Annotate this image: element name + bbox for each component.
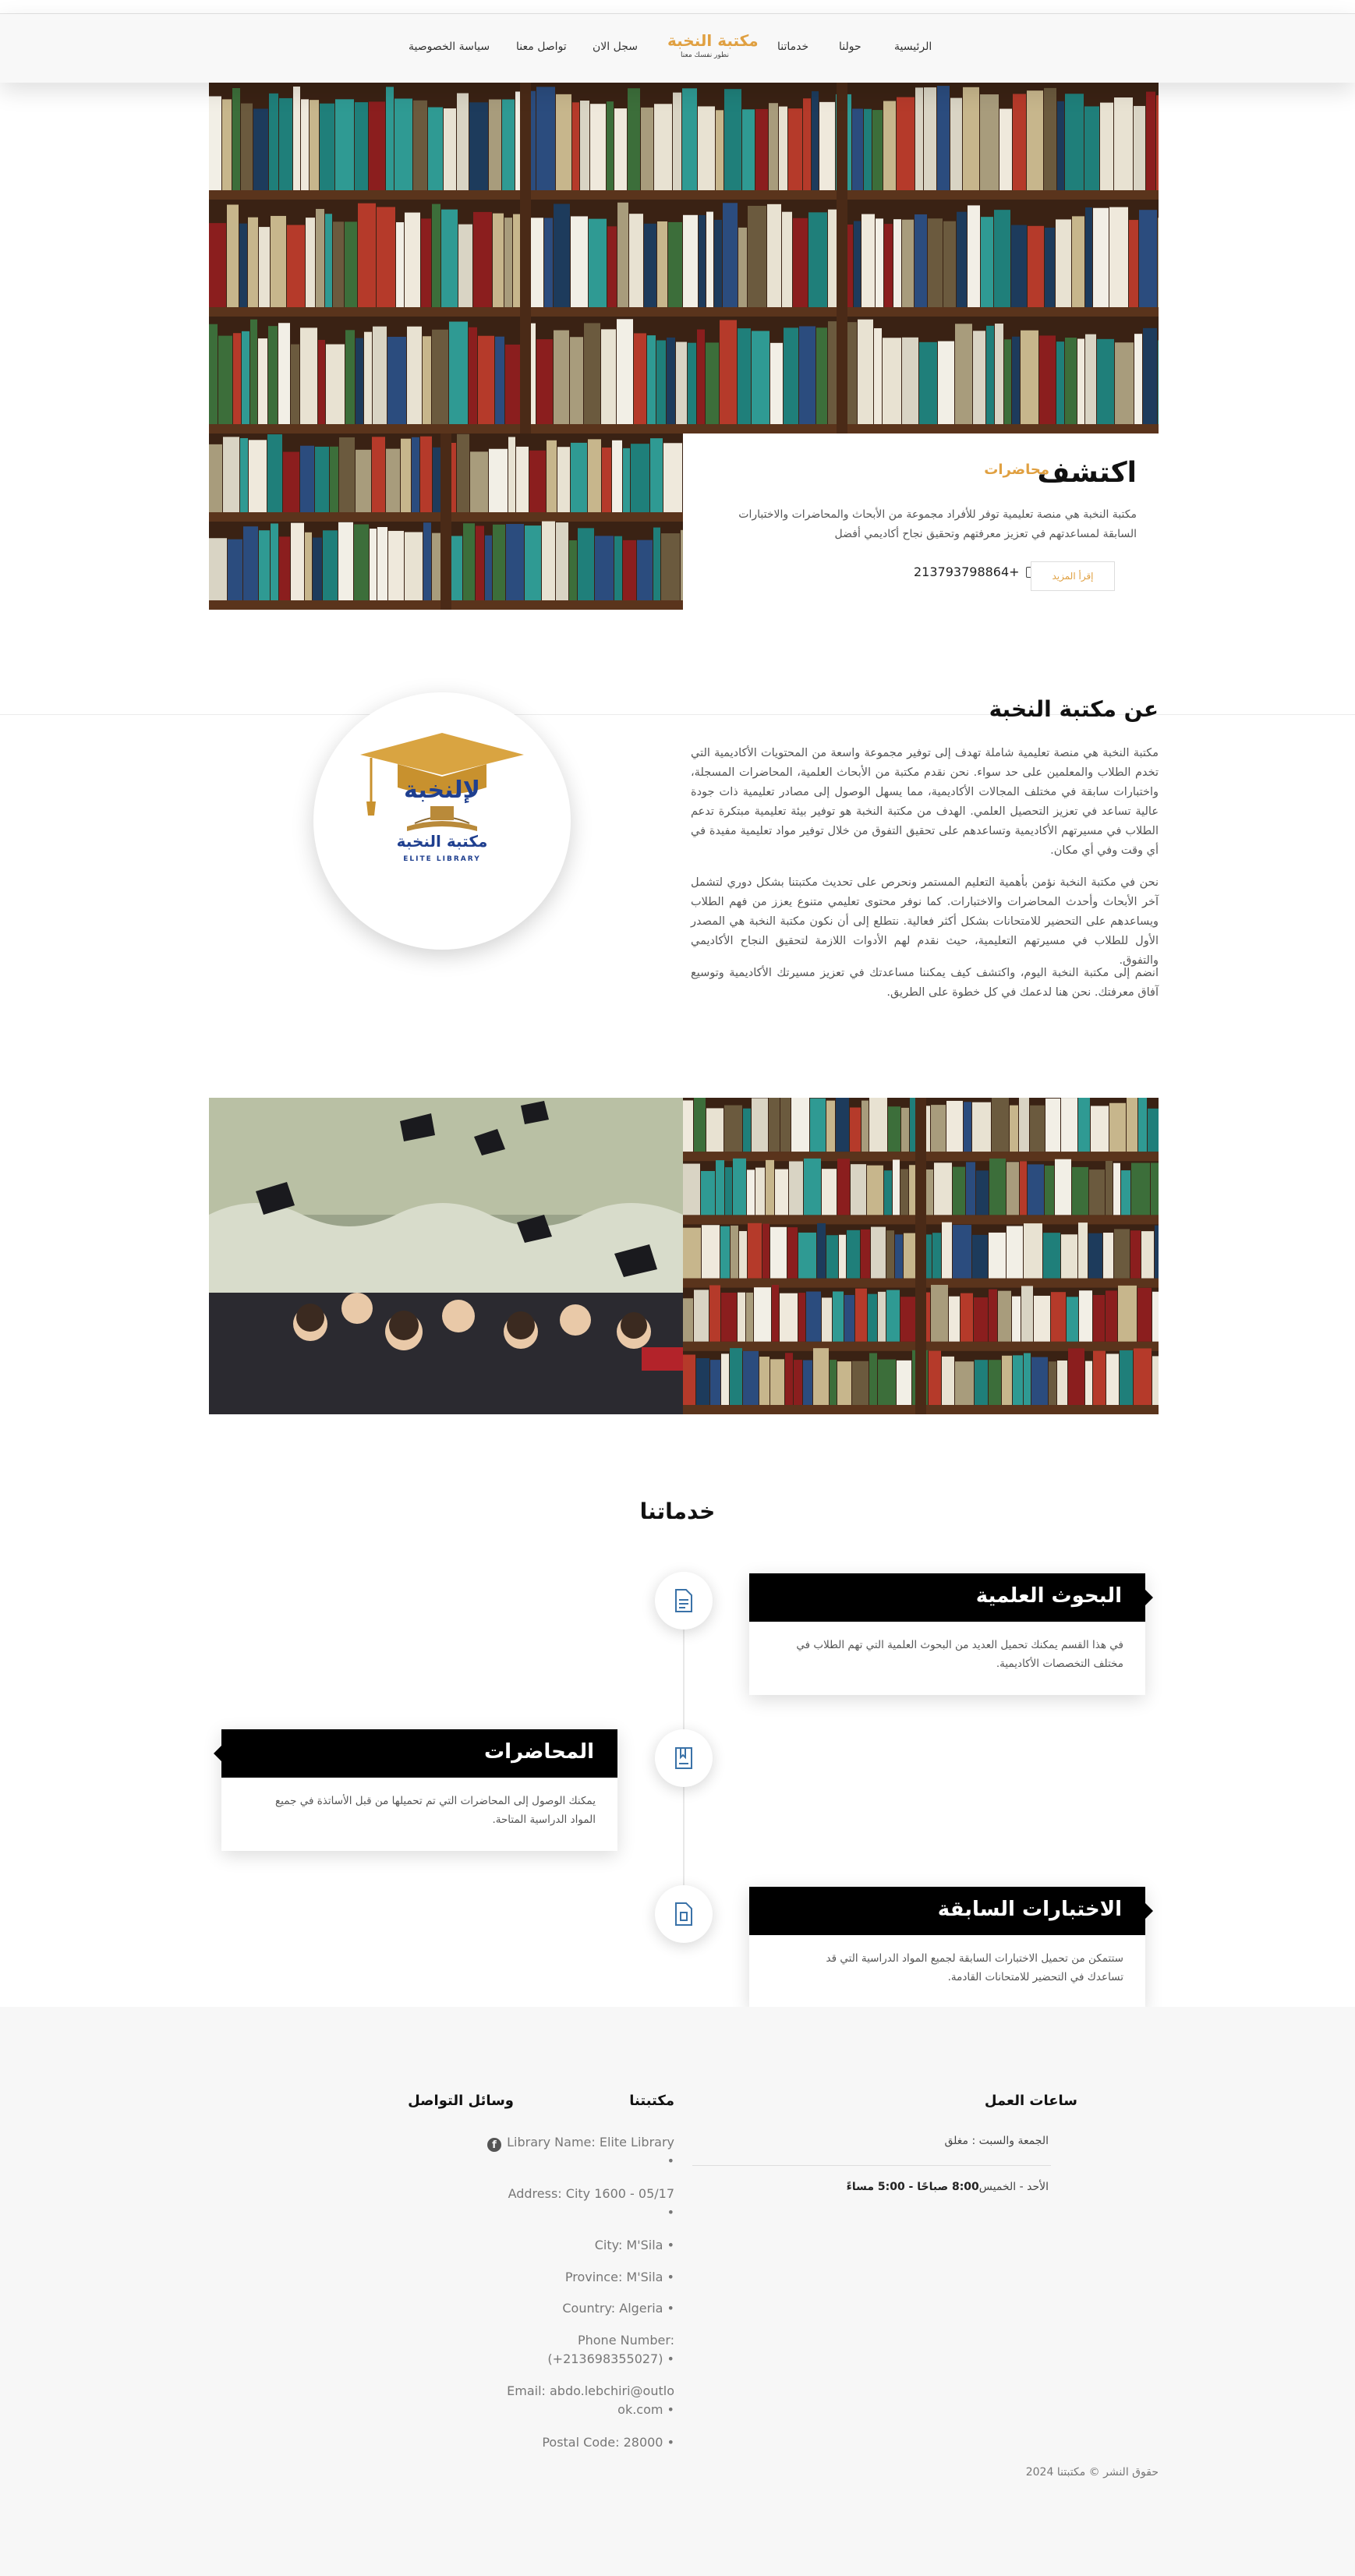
copyright: حقوق النشر © مكتبتنا 2024 — [1025, 2466, 1159, 2479]
service-card-header: البحوث العلمية — [749, 1573, 1153, 1622]
logo-text-en: ELITE LIBRARY — [403, 855, 480, 863]
book-icon — [675, 1747, 692, 1769]
brand-title[interactable]: مكتبة النخبة — [667, 31, 759, 50]
about-paragraph-1: مكتبة النخبة هي منصة تعليمية شاملة تهدف … — [691, 747, 1159, 857]
service-title: البحوث العلمية — [975, 1584, 1122, 1608]
svg-text:ﻹﻟﻨﺨﺒﺔ: ﻹﻟﻨﺨﺒﺔ — [404, 777, 480, 804]
social-title: وسائل التواصل — [408, 2093, 514, 2109]
site-header: الرئيسية حولنا خدماتنا مكتبة النخبة نطور… — [0, 14, 1355, 83]
nav-register[interactable]: سجل الان — [593, 41, 638, 53]
bookshelf-image — [209, 83, 1159, 433]
hours-time: 8:00 صباحًا - 5:00 مساءً — [846, 2181, 979, 2193]
info-phone: Phone Number: (+213698355027) • — [547, 2333, 674, 2366]
top-bar — [0, 0, 1355, 14]
info-library-name: Library Name: Elite Library • — [507, 2135, 674, 2168]
info-city: City: M'Sila • — [594, 2238, 674, 2252]
hours-weekdays: الأحد - الخميس8:00 صباحًا - 5:00 مساءً — [847, 2181, 1049, 2193]
brand-subtitle: نطور نفسك معنا — [681, 51, 729, 59]
info-country: Country: Algeria • — [562, 2301, 674, 2316]
graduation-cap-logo-icon: ﻹﻟﻨﺨﺒﺔ مكتبة النخبة ELITE LIBRARY — [360, 733, 524, 863]
service-card-lectures[interactable]: المحاضرات يمكنك الوصول إلى المحاضرات الت… — [214, 1729, 617, 1851]
gallery-row — [209, 1098, 1159, 1414]
about-paragraph-3: انضم إلى مكتبة النخبة اليوم، واكتشف كيف … — [691, 967, 1159, 999]
arrow-right-icon — [1145, 1903, 1153, 1919]
divider — [692, 2165, 1051, 2166]
facebook-icon[interactable]: f — [487, 2138, 501, 2152]
file-icon — [675, 1902, 692, 1926]
arrow-right-icon — [1145, 1590, 1153, 1605]
nav-privacy[interactable]: سياسة الخصوصية — [409, 41, 490, 53]
hours-weekend: الجمعة والسبت : مغلق — [944, 2135, 1049, 2147]
site-footer — [0, 2007, 1355, 2576]
bookshelf-image-small — [209, 433, 683, 610]
info-province: Province: M'Sila • — [564, 2270, 674, 2284]
nav-services[interactable]: خدماتنا — [777, 41, 808, 53]
service-title: المحاضرات — [484, 1740, 594, 1764]
hero-section: اكتشف محاضرات مكتبة النخبة هي منصة تعليم… — [209, 83, 1159, 610]
hero-title: اكتشف — [1037, 457, 1137, 489]
logo-text-ar: مكتبة النخبة — [397, 832, 488, 851]
service-card-exams[interactable]: الاختبارات السابقة ستتمكن من تحميل الاخت… — [749, 1887, 1153, 2008]
hero-accent: محاضرات — [984, 462, 1049, 478]
hero-description: مكتبة النخبة هي منصة تعليمية توفر للأفرا… — [738, 508, 1137, 540]
service-card-header: المحاضرات — [214, 1729, 617, 1778]
hero-card: اكتشف محاضرات مكتبة النخبة هي منصة تعليم… — [683, 433, 1159, 610]
nav-about[interactable]: حولنا — [839, 41, 861, 53]
read-more-button[interactable]: إقرأ المزيد — [1031, 561, 1115, 591]
library-logo: ﻹﻟﻨﺨﺒﺔ مكتبة النخبة ELITE LIBRARY — [313, 692, 571, 950]
about-paragraph-2: نحن في مكتبة النخبة نؤمن بأهمية التعليم … — [691, 876, 1159, 967]
service-title: الاختبارات السابقة — [937, 1898, 1122, 1921]
library-title: مكتبتنا — [629, 2093, 674, 2109]
graduation-photo — [209, 1098, 683, 1414]
nav-home[interactable]: الرئيسية — [894, 41, 932, 53]
service-card-research[interactable]: البحوث العلمية في هذا القسم يمكنك تحميل … — [749, 1573, 1153, 1695]
timeline-node-research — [655, 1572, 713, 1629]
arrow-left-icon — [214, 1746, 221, 1761]
service-description: في هذا القسم يمكنك تحميل العديد من البحو… — [796, 1639, 1123, 1670]
bookshelf-photo — [683, 1098, 1159, 1414]
info-email[interactable]: Email: abdo.lebchiri@outlook.com • — [503, 2382, 674, 2419]
phone-contact[interactable]: 213793798864+ — [914, 564, 1033, 579]
info-postal-code: Postal Code: 28000 • — [542, 2435, 674, 2450]
about-title: عن مكتبة النخبة — [989, 696, 1159, 722]
info-address: Address: City 1600 - 05/17 • — [508, 2186, 674, 2220]
service-description: ستتمكن من تحميل الاختبارات السابقة لجميع… — [826, 1952, 1123, 1983]
service-description: يمكنك الوصول إلى المحاضرات التي تم تحميل… — [275, 1795, 596, 1826]
timeline-node-exams — [655, 1885, 713, 1943]
service-card-header: الاختبارات السابقة — [749, 1887, 1153, 1935]
timeline-node-lectures — [655, 1729, 713, 1787]
hours-title: ساعات العمل — [984, 2093, 1077, 2109]
hours-days: الأحد - الخميس — [978, 2181, 1049, 2193]
services-title: خدماتنا — [639, 1499, 716, 1524]
nav-contact[interactable]: تواصل معنا — [516, 41, 567, 53]
phone-number: 213793798864+ — [914, 564, 1020, 579]
document-icon — [675, 1589, 692, 1612]
